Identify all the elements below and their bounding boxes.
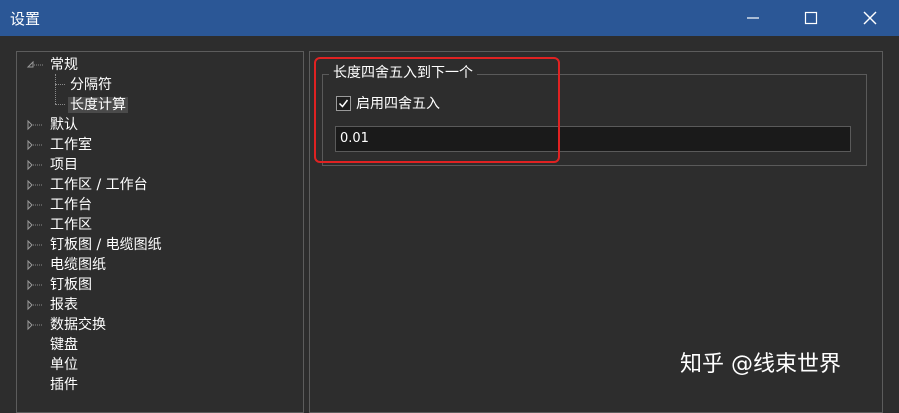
tree-item-label: 默认 xyxy=(50,117,78,133)
tree-collapsed-icon[interactable] xyxy=(24,115,44,135)
tree-item-label: 分隔符 xyxy=(70,77,112,93)
tree-guide xyxy=(55,104,65,105)
tree-collapsed-icon[interactable] xyxy=(24,195,44,215)
close-button[interactable] xyxy=(841,0,899,36)
tree-item-label: 工作区 xyxy=(50,217,92,233)
tree-collapsed-icon[interactable] xyxy=(24,315,44,335)
tree-collapsed-icon[interactable] xyxy=(24,235,44,255)
tree-item[interactable]: 工作室 xyxy=(27,135,94,155)
tree-item-label: 项目 xyxy=(50,157,78,173)
tree-item[interactable]: 电缆图纸 xyxy=(27,255,108,275)
tree-item[interactable]: 钉板图 xyxy=(27,275,94,295)
tree-item-label: 单位 xyxy=(50,357,78,373)
maximize-icon xyxy=(804,11,818,25)
tree-collapsed-icon[interactable] xyxy=(24,175,44,195)
tree-item-label: 钉板图 xyxy=(50,277,92,293)
tree-item[interactable]: 工作台 xyxy=(27,195,94,215)
tree-item-label: 工作台 xyxy=(50,197,92,213)
tree-guide xyxy=(55,84,65,85)
tree-collapsed-icon[interactable] xyxy=(24,275,44,295)
tree-item[interactable]: 工作区 / 工作台 xyxy=(27,175,150,195)
tree-item-label: 数据交换 xyxy=(50,317,106,333)
tree-item[interactable]: 数据交换 xyxy=(27,315,108,335)
tree-item[interactable]: 报表 xyxy=(27,295,80,315)
tree-item[interactable]: 长度计算 xyxy=(68,95,128,115)
tree-item-label: 电缆图纸 xyxy=(50,257,106,273)
tree-item-label: 键盘 xyxy=(50,337,78,353)
tree-item[interactable]: 键盘 xyxy=(48,335,80,355)
minimize-button[interactable] xyxy=(724,0,782,36)
window-title: 设置 xyxy=(10,10,41,28)
tree-collapsed-icon[interactable] xyxy=(24,215,44,235)
tree-item[interactable]: 项目 xyxy=(27,155,80,175)
tree-item-label: 长度计算 xyxy=(68,97,128,113)
tree-item-label: 常规 xyxy=(50,57,78,73)
tree-collapsed-icon[interactable] xyxy=(24,155,44,175)
tree-collapsed-icon[interactable] xyxy=(24,255,44,275)
settings-window: 设置 常规分隔符长度计算默认工作室项目工作区 / 工作台 工作台工作区钉板图 / … xyxy=(0,0,899,413)
tree-guide xyxy=(55,74,56,104)
watermark: 知乎 @线束世界 xyxy=(680,352,841,377)
tree-item-label: 工作室 xyxy=(50,137,92,153)
tree-item-label: 插件 xyxy=(50,377,78,393)
maximize-button[interactable] xyxy=(782,0,840,36)
close-icon xyxy=(863,11,877,25)
tree-item-label: 钉板图 / 电缆图纸 xyxy=(50,237,162,253)
title-bar: 设置 xyxy=(0,0,899,36)
tree-item[interactable]: 默认 xyxy=(27,115,80,135)
tree-item[interactable]: 单位 xyxy=(48,355,80,375)
tree-expanded-icon[interactable] xyxy=(24,55,44,75)
tree-item[interactable]: 工作区 xyxy=(27,215,94,235)
tree-item[interactable]: 常规 xyxy=(26,55,80,75)
tree-item[interactable]: 插件 xyxy=(48,375,80,395)
tree-item-label: 报表 xyxy=(50,297,78,313)
minimize-icon xyxy=(747,17,759,19)
tree-item-label: 工作区 / 工作台 xyxy=(50,177,148,193)
tree-collapsed-icon[interactable] xyxy=(24,295,44,315)
tree-collapsed-icon[interactable] xyxy=(24,135,44,155)
tree-item[interactable]: 钉板图 / 电缆图纸 xyxy=(27,235,164,255)
highlight-annotation xyxy=(314,57,560,163)
tree-item[interactable]: 分隔符 xyxy=(68,75,114,95)
